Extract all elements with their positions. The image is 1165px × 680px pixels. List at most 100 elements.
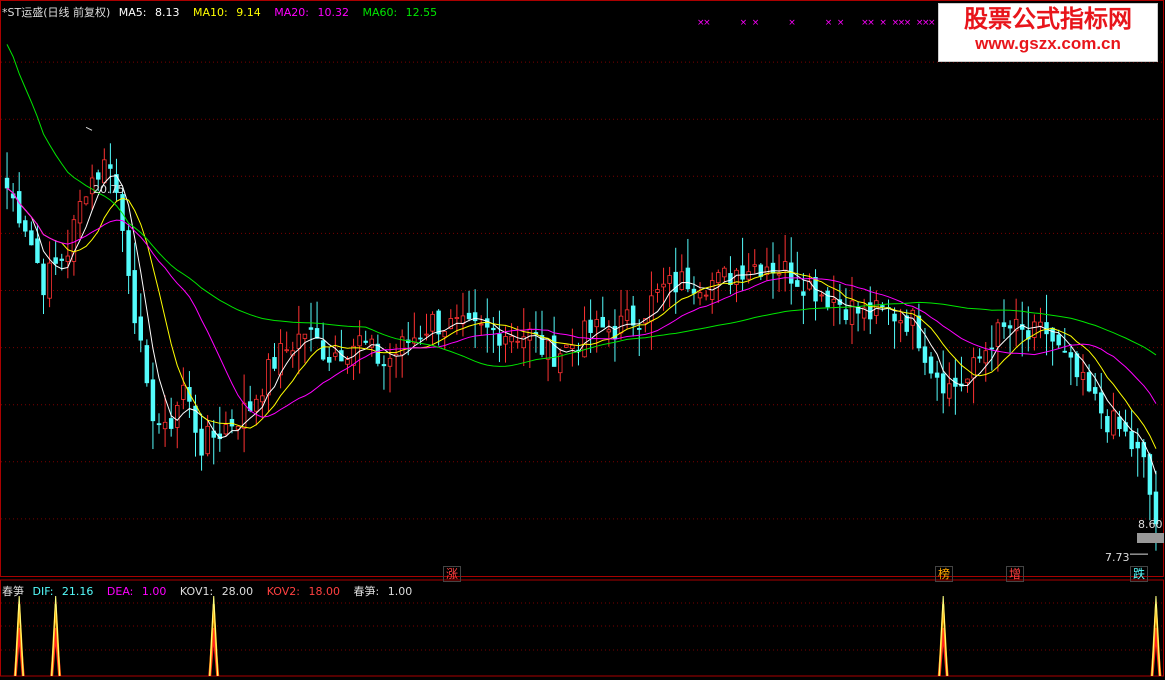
candle-body — [296, 333, 302, 349]
candle-body — [418, 337, 423, 340]
candle-body — [624, 309, 630, 321]
candle-body — [649, 295, 654, 322]
signal-marker: × — [825, 18, 833, 28]
candle-body — [326, 357, 332, 363]
candle-body — [266, 359, 271, 396]
candle-body — [314, 328, 320, 339]
last-price-label: 8.60 — [1138, 518, 1163, 531]
candle-body — [892, 313, 897, 322]
candle-body — [181, 384, 186, 400]
candle-body — [989, 347, 995, 350]
candle-body — [795, 280, 800, 287]
candle-body — [41, 263, 46, 296]
candle-body — [703, 294, 709, 297]
candle-body — [849, 300, 855, 325]
candle-body — [1105, 416, 1110, 433]
signal-marker: × — [879, 18, 887, 28]
candle-body — [746, 271, 751, 280]
candle-body — [320, 340, 326, 360]
candle-body — [570, 344, 575, 350]
candle-body — [594, 319, 599, 328]
ma20-line — [6, 187, 1157, 418]
candle-body — [162, 421, 168, 430]
signal-marker: × — [928, 18, 936, 28]
candle-body — [4, 177, 10, 189]
candle-body — [59, 258, 64, 261]
candle-body — [1007, 325, 1013, 329]
watermark-url: www.gszx.com.cn — [975, 34, 1121, 53]
candle-body — [168, 418, 174, 429]
low-price-label: 7.73 — [1105, 551, 1130, 564]
candle-body — [1129, 431, 1134, 450]
signal-marker: × — [837, 18, 845, 28]
candle-body — [782, 261, 788, 271]
candle-body — [302, 333, 308, 339]
candle-body — [260, 395, 265, 403]
candle-body — [685, 267, 691, 290]
signal-marker: × — [703, 18, 711, 28]
candle-body — [363, 340, 368, 343]
kov1-readout: KOV1: 28.00 — [179, 585, 254, 598]
candle-body — [187, 387, 192, 402]
candle-body — [272, 357, 277, 369]
candle-body — [1086, 372, 1092, 392]
candle-body — [478, 323, 484, 326]
candle-body — [904, 315, 909, 332]
chart-canvas: ×× × × × × × ×× × ××× ××× — [0, 0, 1164, 677]
candle-body — [1099, 392, 1104, 414]
candle-body — [758, 264, 764, 277]
candle-body — [1068, 352, 1074, 358]
candle-body — [454, 317, 460, 320]
candle-body — [47, 262, 52, 299]
candle-body — [843, 309, 849, 321]
candle-body — [375, 343, 381, 364]
candle-body — [144, 345, 150, 384]
candle-body — [1050, 327, 1055, 342]
candle-body — [801, 291, 806, 296]
candle-body — [582, 320, 587, 358]
candle-body — [497, 333, 502, 346]
candle-body — [1135, 441, 1140, 449]
ma5-readout: MA5: 8.13 — [118, 6, 180, 19]
candle-body — [108, 164, 113, 169]
candle-body — [223, 424, 229, 435]
signal-marker: × — [867, 18, 875, 28]
candle-body — [898, 320, 903, 324]
indicator-legend: 春笋 DIF: 21.16 DEA: 1.00 KOV1: 28.00 KOV2… — [2, 583, 422, 599]
candle-body — [102, 159, 107, 184]
chunsun-readout: 春笋: 1.00 — [353, 585, 413, 598]
candle-body — [655, 289, 660, 293]
candle-body — [667, 275, 672, 284]
candle-body — [132, 270, 137, 324]
candle-body — [83, 196, 89, 205]
candle-body — [156, 423, 162, 426]
candle-body — [661, 283, 666, 288]
candle-body — [175, 405, 180, 428]
candle-body — [254, 398, 259, 412]
candle-body — [96, 172, 101, 180]
candle-body — [825, 290, 830, 308]
candle-body — [77, 201, 83, 224]
candle-body — [284, 349, 289, 352]
ma60-readout: MA60: 12.55 — [362, 6, 438, 19]
candle-body — [965, 378, 970, 384]
watermark-logo: 股票公式指标网 www.gszx.com.cn — [938, 3, 1158, 62]
candle-body — [551, 335, 557, 367]
candle-body — [545, 340, 551, 360]
candle-body — [922, 346, 928, 363]
candle-body — [138, 316, 144, 341]
candle-body — [466, 312, 472, 320]
candle-body — [1062, 350, 1068, 353]
candle-body — [588, 319, 593, 333]
candle-body — [977, 356, 982, 359]
candle-body — [637, 328, 642, 330]
candle-body — [947, 383, 952, 399]
candle-body — [722, 267, 727, 278]
candle-body — [630, 305, 636, 326]
candle-body — [983, 350, 988, 364]
candle-body — [150, 379, 156, 422]
candle-body — [1038, 321, 1043, 327]
candle-body — [1001, 322, 1007, 327]
price-legend: *ST运盛(日线 前复权) MA5: 8.13 MA10: 9.14 MA20:… — [2, 4, 447, 20]
candle-body — [697, 292, 703, 299]
